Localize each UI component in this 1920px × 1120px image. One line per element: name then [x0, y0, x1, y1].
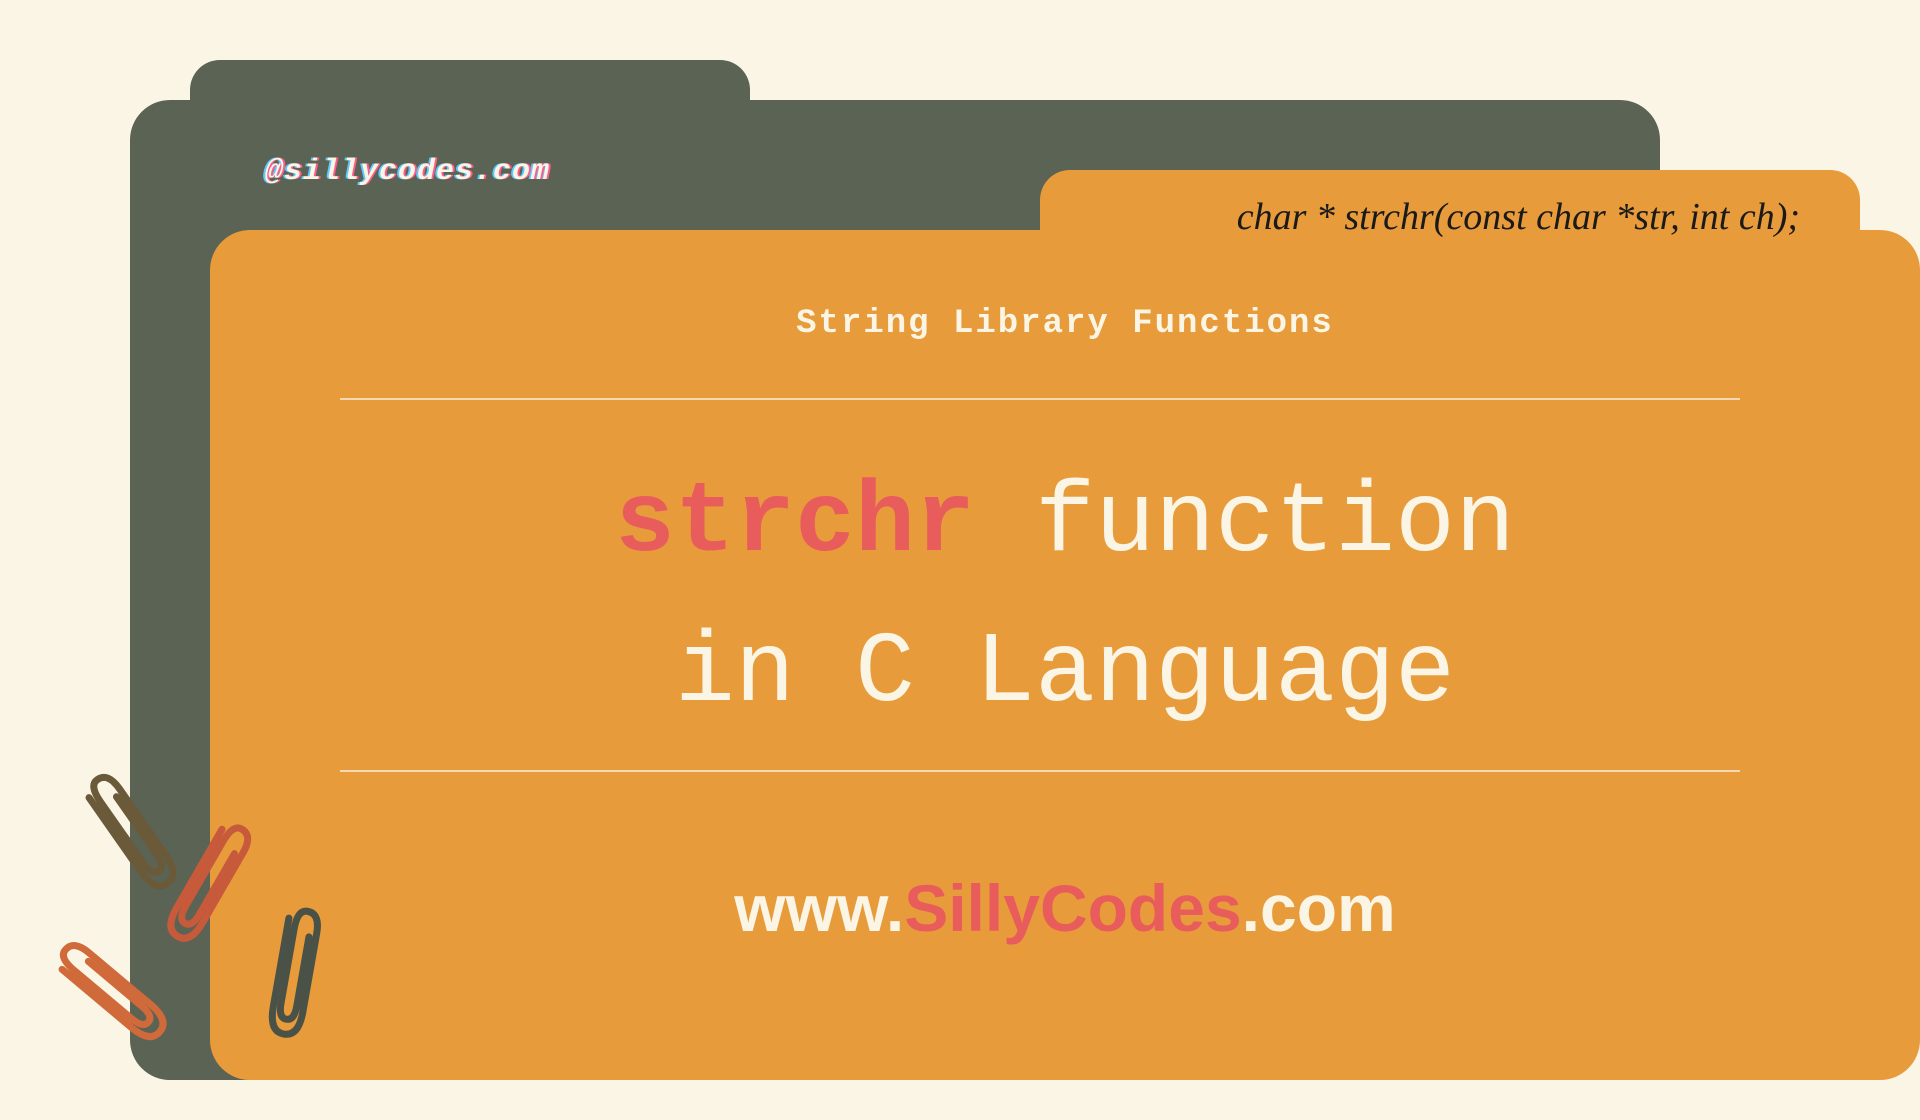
main-title: strchr function in C Language	[210, 450, 1920, 750]
divider-bottom	[340, 770, 1740, 772]
paperclip-group	[70, 720, 470, 1120]
function-signature: char * strchr(const char *str, int ch);	[1237, 195, 1800, 239]
title-line1-rest: function	[975, 468, 1515, 581]
subtitle: String Library Functions	[796, 305, 1334, 343]
url-domain: SillyCodes	[904, 871, 1241, 945]
title-line2: in C Language	[675, 618, 1455, 731]
url-suffix: .com	[1242, 871, 1396, 945]
paperclip-icon	[252, 886, 339, 1054]
title-accent: strchr	[615, 468, 975, 581]
divider-top	[340, 398, 1740, 400]
url-prefix: www.	[734, 871, 904, 945]
handle-text: @sillycodes.com	[265, 155, 550, 189]
folder-back-tab	[190, 60, 750, 120]
